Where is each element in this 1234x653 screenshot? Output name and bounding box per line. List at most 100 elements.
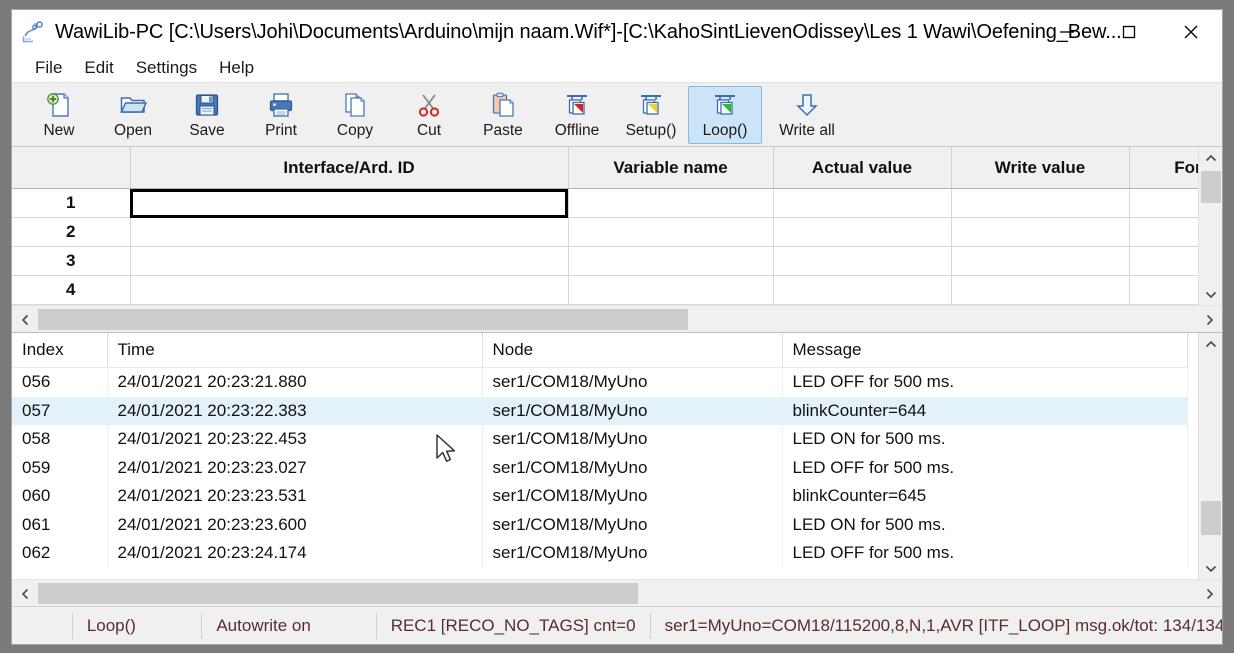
toolbar-button-offline[interactable]: Offline: [540, 86, 614, 144]
menu-bar: File Edit Settings Help: [12, 54, 1222, 83]
minimize-button[interactable]: [1036, 10, 1098, 54]
grid-cell-actual-value: [773, 217, 952, 247]
toolbar-button-cut[interactable]: Cut: [392, 86, 466, 144]
log-horizontal-scrollbar[interactable]: [12, 579, 1222, 606]
log-cell-message: blinkCounter=645: [782, 482, 1188, 511]
log-header-node[interactable]: Node: [482, 333, 783, 368]
toolbar-label-copy: Copy: [336, 121, 374, 139]
log-cell-time: 24/01/2021 20:23:21.880: [107, 367, 483, 397]
toolbar-button-new[interactable]: New: [22, 86, 96, 144]
grid-cell-variable-name[interactable]: [568, 217, 774, 247]
toolbar-button-write-all[interactable]: Write all: [762, 86, 852, 144]
loop-green-icon: [711, 90, 739, 120]
log-viewport[interactable]: Index Time Node Message 056 24/01/2021 2…: [12, 333, 1198, 579]
close-button[interactable]: [1160, 10, 1222, 54]
grid-cell-variable-name[interactable]: [568, 188, 774, 218]
grid-header-variable-name[interactable]: Variable name: [568, 147, 774, 189]
grid-horizontal-scrollbar[interactable]: [12, 305, 1222, 332]
variable-grid: Interface/Ard. ID Variable name Actual v…: [12, 147, 1198, 305]
grid-header-actual-value[interactable]: Actual value: [773, 147, 952, 189]
grid-scroll-thumb[interactable]: [1201, 171, 1221, 203]
toolbar-label-setup: Setup(): [625, 121, 677, 139]
toolbar-label-cut: Cut: [416, 121, 442, 139]
toolbar-button-paste[interactable]: Paste: [466, 86, 540, 144]
log-header-index[interactable]: Index: [12, 333, 108, 368]
log-row[interactable]: 056 24/01/2021 20:23:21.880 ser1/COM18/M…: [12, 367, 1188, 397]
log-row[interactable]: 059 24/01/2021 20:23:23.027 ser1/COM18/M…: [12, 453, 1188, 482]
grid-hscroll-thumb[interactable]: [38, 309, 688, 330]
toolbar-button-loop[interactable]: Loop(): [688, 85, 762, 144]
log-row[interactable]: 058 24/01/2021 20:23:22.453 ser1/COM18/M…: [12, 425, 1188, 454]
toolbar-label-open: Open: [114, 121, 152, 139]
grid-header-write-value[interactable]: Write value: [951, 147, 1130, 189]
log-row[interactable]: 061 24/01/2021 20:23:23.600 ser1/COM18/M…: [12, 510, 1188, 539]
grid-cell-interface[interactable]: [130, 217, 569, 247]
log-hscroll-thumb[interactable]: [38, 583, 638, 604]
grid-row-number[interactable]: 1: [12, 188, 131, 218]
grid-cell-form[interactable]: [1129, 188, 1198, 218]
toolbar-label-print: Print: [265, 121, 297, 139]
toolbar-button-setup[interactable]: Setup(): [614, 86, 688, 144]
log-row[interactable]: 060 24/01/2021 20:23:23.531 ser1/COM18/M…: [12, 482, 1188, 511]
toolbar-button-print[interactable]: Print: [244, 86, 318, 144]
grid-scroll-down-arrow[interactable]: [1199, 283, 1222, 305]
log-header-message[interactable]: Message: [782, 333, 1188, 368]
menu-item-edit[interactable]: Edit: [73, 56, 124, 80]
log-cell-index: 056: [12, 367, 108, 397]
toolbar-label-save: Save: [189, 121, 225, 139]
grid-row: 3: [12, 246, 1198, 276]
grid-row-number[interactable]: 2: [12, 217, 131, 247]
grid-corner-header[interactable]: [12, 147, 131, 189]
floppy-disk-icon: [193, 90, 221, 120]
grid-cell-form[interactable]: [1129, 217, 1198, 247]
log-cell-index: 062: [12, 539, 108, 568]
menu-item-settings[interactable]: Settings: [125, 56, 208, 80]
minimize-icon: [1060, 31, 1074, 33]
log-row-selected[interactable]: 057 24/01/2021 20:23:22.383 ser1/COM18/M…: [12, 396, 1188, 425]
log-scroll-down-arrow[interactable]: [1199, 557, 1222, 579]
log-cell-time: 24/01/2021 20:23:23.531: [107, 482, 483, 511]
grid-cell-interface[interactable]: [130, 275, 569, 305]
title-bar: WawiLib-PC [C:\Users\Johi\Documents\Ardu…: [12, 10, 1222, 54]
log-scroll-left-arrow[interactable]: [12, 580, 38, 607]
grid-scroll-left-arrow[interactable]: [12, 306, 38, 333]
log-cell-message: LED ON for 500 ms.: [782, 425, 1188, 454]
grid-row-number[interactable]: 4: [12, 275, 131, 305]
grid-cell-variable-name[interactable]: [568, 275, 774, 305]
grid-cell-form[interactable]: [1129, 246, 1198, 276]
toolbar-label-loop: Loop(): [702, 121, 748, 139]
grid-cell-interface[interactable]: [130, 188, 569, 218]
grid-scroll-right-arrow[interactable]: [1196, 306, 1222, 333]
log-scroll-thumb[interactable]: [1201, 501, 1221, 535]
grid-cell-write-value[interactable]: [951, 275, 1130, 305]
grid-cell-variable-name[interactable]: [568, 246, 774, 276]
log-row[interactable]: 062 24/01/2021 20:23:24.174 ser1/COM18/M…: [12, 539, 1188, 568]
log-header-time[interactable]: Time: [107, 333, 483, 368]
grid-row-number[interactable]: 3: [12, 246, 131, 276]
status-cell-mode: Loop(): [71, 612, 202, 639]
application-window: WawiLib-PC [C:\Users\Johi\Documents\Ardu…: [11, 9, 1223, 645]
log-scroll-up-arrow[interactable]: [1199, 333, 1222, 355]
toolbar-button-copy[interactable]: Copy: [318, 86, 392, 144]
grid-cell-form[interactable]: [1129, 275, 1198, 305]
toolbar-button-save[interactable]: Save: [170, 86, 244, 144]
log-cell-index: 061: [12, 510, 108, 539]
grid-viewport[interactable]: Interface/Ard. ID Variable name Actual v…: [12, 147, 1198, 305]
toolbar-button-open[interactable]: Open: [96, 86, 170, 144]
menu-item-file[interactable]: File: [24, 56, 73, 80]
maximize-icon: [1122, 25, 1136, 39]
grid-scroll-up-arrow[interactable]: [1199, 147, 1222, 169]
chevron-down-icon: [1205, 565, 1217, 572]
maximize-button[interactable]: [1098, 10, 1160, 54]
log-scroll-right-arrow[interactable]: [1196, 580, 1222, 607]
grid-header-form[interactable]: Form: [1129, 147, 1198, 189]
grid-header-interface-ard-id[interactable]: Interface/Ard. ID: [130, 147, 569, 189]
grid-cell-write-value[interactable]: [951, 217, 1130, 247]
grid-cell-write-value[interactable]: [951, 188, 1130, 218]
grid-scroll-wrapper: Interface/Ard. ID Variable name Actual v…: [12, 147, 1222, 305]
menu-item-help[interactable]: Help: [208, 56, 265, 80]
grid-cell-interface[interactable]: [130, 246, 569, 276]
grid-cell-write-value[interactable]: [951, 246, 1130, 276]
grid-vertical-scrollbar[interactable]: [1198, 147, 1222, 305]
log-vertical-scrollbar[interactable]: [1198, 333, 1222, 579]
